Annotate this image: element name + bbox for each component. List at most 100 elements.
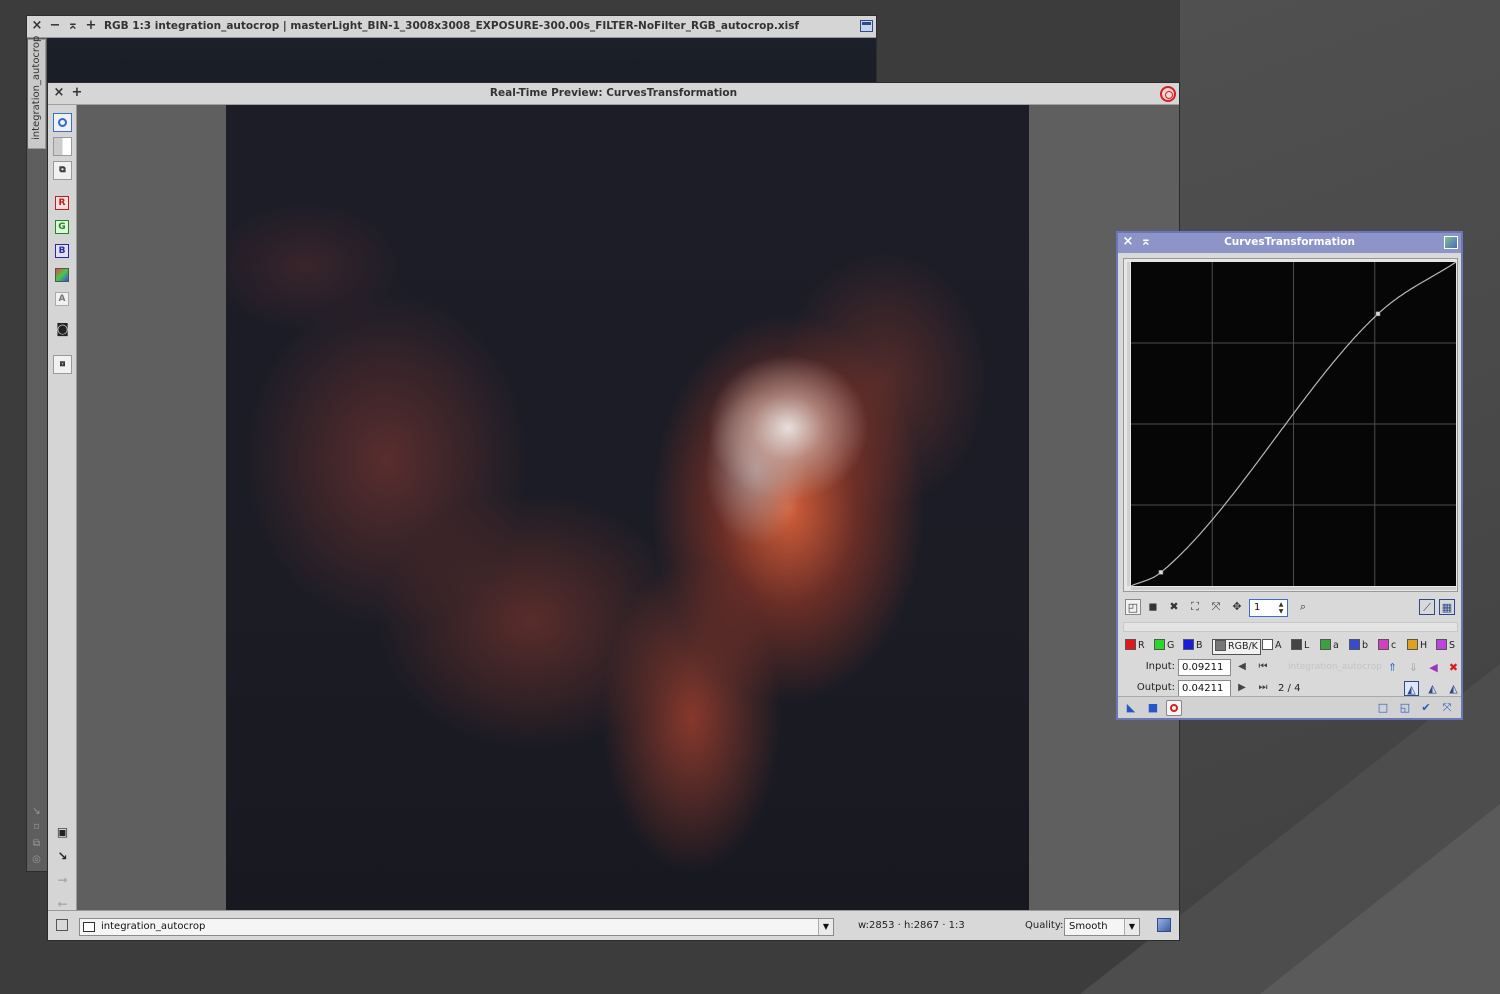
zoom-out-icon[interactable]: ⤧: [1208, 599, 1224, 615]
point-count: 2 / 4: [1278, 683, 1301, 694]
track-view-icon[interactable]: ◱: [1397, 700, 1413, 716]
curve-scrollbar[interactable]: [1123, 622, 1458, 632]
channel-rgb-k[interactable]: RGB/K: [1212, 639, 1261, 655]
spin-up-icon[interactable]: ▲: [1276, 601, 1286, 608]
rgb-channel-button[interactable]: [55, 268, 69, 282]
input-field[interactable]: 0.09211: [1178, 659, 1231, 676]
delete-point-icon[interactable]: ✖: [1166, 599, 1182, 615]
channel-a[interactable]: A: [1262, 639, 1282, 655]
channel-label: B: [1196, 640, 1203, 651]
first-point-icon[interactable]: ⏮: [1256, 660, 1270, 674]
restore-curve-icon[interactable]: ⇓: [1406, 660, 1421, 675]
magnifier-icon[interactable]: ⌕: [1295, 599, 1311, 615]
view-identifier-tab[interactable]: integration_autocrop: [28, 35, 46, 149]
target-icon[interactable]: ◎: [31, 854, 42, 865]
horizontal-gradient-bar: [1131, 587, 1456, 590]
edit-point-icon[interactable]: ◰: [1125, 599, 1141, 615]
channel-label: R: [1138, 640, 1145, 651]
curve-point: [1375, 311, 1381, 317]
channel-swatch-icon: [1215, 640, 1226, 651]
export-icon[interactable]: ⇾: [53, 872, 72, 891]
pan-icon[interactable]: ✥: [1229, 599, 1245, 615]
global-apply-icon[interactable]: ■: [1145, 700, 1161, 716]
split-view-button[interactable]: [53, 137, 72, 156]
view-identifier-label: integration_autocrop: [31, 35, 42, 140]
reverse-curve-icon[interactable]: ◀: [1426, 660, 1441, 675]
chevron-down-icon[interactable]: ▼: [818, 919, 833, 935]
channel-s[interactable]: S: [1436, 639, 1455, 655]
show-curves-icon[interactable]: ⟋: [1419, 599, 1435, 615]
fit-icon[interactable]: [56, 919, 68, 931]
channel-label: L: [1304, 640, 1310, 651]
blue-channel-button[interactable]: B: [55, 244, 69, 258]
realtime-mode-button[interactable]: [53, 113, 72, 132]
channel-b[interactable]: b: [1349, 639, 1368, 655]
desktop-shape: [1260, 804, 1500, 994]
curves-toolbar: ◰ ◼ ✖ ⛶ ⤧ ✥ 1 ▲ ▼ ⌕ ⟋ ▦: [1123, 597, 1458, 619]
channel-g[interactable]: G: [1154, 639, 1174, 655]
image-view[interactable]: [47, 38, 876, 86]
new-window-button[interactable]: ⧈: [53, 355, 72, 374]
red-channel-button[interactable]: R: [55, 196, 69, 210]
channel-label: c: [1391, 640, 1397, 651]
copy-icon[interactable]: ⧉: [31, 838, 42, 849]
channel-a[interactable]: a: [1320, 639, 1339, 655]
browse-documentation-icon[interactable]: □: [1375, 700, 1391, 716]
curves-transformation-window: × ⌅ CurvesTransformation ◰ ◼ ✖ ⛶ ⤧ ✥ 1 ▲…: [1116, 231, 1463, 720]
fit-view-icon[interactable]: ▣: [53, 824, 72, 843]
curves-titlebar[interactable]: × ⌅ CurvesTransformation: [1118, 233, 1461, 253]
linear-interpolation-icon[interactable]: ◭: [1446, 681, 1461, 696]
zoom-fit-icon[interactable]: ⛶: [1187, 599, 1203, 615]
next-point-icon[interactable]: ▶: [1235, 681, 1249, 695]
channel-b[interactable]: B: [1183, 639, 1203, 655]
select-point-icon[interactable]: ◼: [1145, 599, 1161, 615]
reset-icon[interactable]: ⤧: [1439, 700, 1455, 716]
camera-icon[interactable]: ◙: [53, 321, 72, 340]
stop-realtime-icon[interactable]: [1160, 86, 1176, 102]
crop-icon[interactable]: ⌑: [31, 822, 42, 833]
channel-label: A: [1275, 640, 1282, 651]
channel-swatch-icon: [1291, 639, 1302, 650]
quality-label: Quality:: [1025, 920, 1064, 931]
channel-swatch-icon: [1183, 639, 1194, 650]
show-grid-icon[interactable]: ▦: [1439, 599, 1455, 615]
previous-point-icon[interactable]: ◀: [1235, 660, 1249, 674]
spin-down-icon[interactable]: ▼: [1276, 608, 1286, 615]
curve-graph-svg[interactable]: [1124, 259, 1459, 593]
curves-title: CurvesTransformation: [1224, 236, 1355, 248]
realtime-preview-titlebar[interactable]: × + Real-Time Preview: CurvesTransformat…: [48, 83, 1179, 105]
alpha-channel-button[interactable]: A: [55, 292, 69, 306]
channel-label: RGB/K: [1228, 641, 1258, 652]
channel-l[interactable]: L: [1291, 639, 1309, 655]
target-view-label: integration_autocrop: [1288, 662, 1382, 672]
store-curve-icon[interactable]: ⇑: [1385, 660, 1400, 675]
channel-h[interactable]: H: [1407, 639, 1427, 655]
iconize-icon[interactable]: [860, 20, 873, 32]
view-selector[interactable]: integration_autocrop ▼: [79, 918, 834, 936]
last-point-icon[interactable]: ⏭: [1256, 681, 1270, 695]
image-window-titlebar[interactable]: × − ⌅ + RGB 1:3 integration_autocrop | m…: [27, 16, 876, 38]
process-icon[interactable]: [1444, 236, 1458, 249]
zoom-spinbox[interactable]: 1 ▲ ▼: [1249, 599, 1288, 617]
channel-selector: R G B RGB/K A La b c H S: [1123, 638, 1458, 656]
process-controls: ◣ ■ □ ◱ ✔ ⤧: [1118, 696, 1461, 718]
compare-button[interactable]: ⧉: [53, 161, 72, 180]
preview-toolbar: ⧉ R G B A ◙ ⧈ ▣ ↘ ⇾ ⇽: [48, 105, 77, 912]
preview-viewport[interactable]: [78, 105, 1179, 912]
output-field[interactable]: 0.04211: [1178, 680, 1231, 697]
arrow-icon[interactable]: ↘: [31, 806, 42, 817]
channel-c[interactable]: c: [1378, 639, 1396, 655]
akima-interpolation-icon[interactable]: ◭: [1404, 681, 1419, 696]
cubic-interpolation-icon[interactable]: ◭: [1425, 681, 1440, 696]
channel-r[interactable]: R: [1125, 639, 1145, 655]
quality-select[interactable]: Smooth ▼: [1064, 918, 1140, 936]
curve-graph[interactable]: [1123, 258, 1458, 592]
arrow-icon[interactable]: ↘: [53, 848, 72, 867]
chevron-down-icon[interactable]: ▼: [1124, 919, 1139, 935]
green-channel-button[interactable]: G: [55, 220, 69, 234]
process-icon[interactable]: [1157, 918, 1171, 932]
apply-icon[interactable]: ✔: [1418, 700, 1434, 716]
realtime-preview-icon[interactable]: [1166, 700, 1182, 716]
reset-curve-icon[interactable]: ✖: [1446, 660, 1461, 675]
new-instance-icon[interactable]: ◣: [1123, 700, 1139, 716]
